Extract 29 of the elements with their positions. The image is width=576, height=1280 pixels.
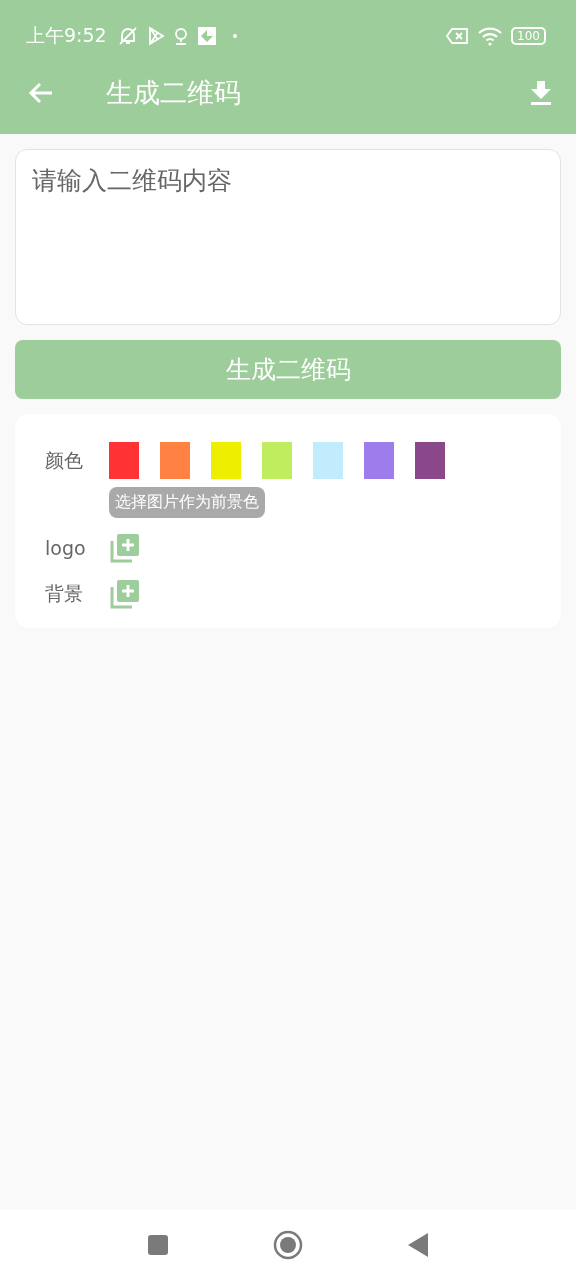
dot-icon — [232, 34, 237, 38]
color-swatch[interactable] — [262, 442, 292, 479]
image-color-button[interactable]: 选择图片作为前景色 — [109, 487, 265, 518]
sim-icon — [445, 27, 470, 45]
color-swatch[interactable] — [211, 442, 241, 479]
content-field[interactable]: 请输入二维码内容 — [15, 149, 561, 325]
status-time: 上午9:52 — [26, 23, 107, 48]
pin-icon — [172, 26, 189, 46]
app-icon — [196, 26, 217, 46]
color-swatch[interactable] — [109, 442, 139, 479]
toolbar-title: 生成二维码 — [106, 76, 241, 110]
color-swatch[interactable] — [415, 442, 445, 479]
back-icon[interactable] — [28, 81, 54, 105]
add-image-icon[interactable] — [109, 532, 141, 564]
color-swatch[interactable] — [160, 442, 190, 479]
battery-indicator: 100 — [511, 27, 546, 45]
back-nav-icon[interactable] — [407, 1232, 429, 1258]
add-image-icon[interactable] — [109, 578, 141, 610]
color-swatch[interactable] — [313, 442, 343, 479]
logo-label: logo — [45, 537, 87, 559]
generate-button[interactable]: 生成二维码 — [15, 340, 561, 399]
home-icon[interactable] — [273, 1230, 303, 1260]
background-label: 背景 — [45, 581, 84, 606]
color-swatch[interactable] — [364, 442, 394, 479]
download-icon[interactable] — [530, 80, 552, 106]
play-icon — [146, 26, 165, 46]
color-label: 颜色 — [45, 448, 84, 473]
wifi-icon — [477, 26, 504, 46]
recents-icon[interactable] — [147, 1234, 169, 1256]
